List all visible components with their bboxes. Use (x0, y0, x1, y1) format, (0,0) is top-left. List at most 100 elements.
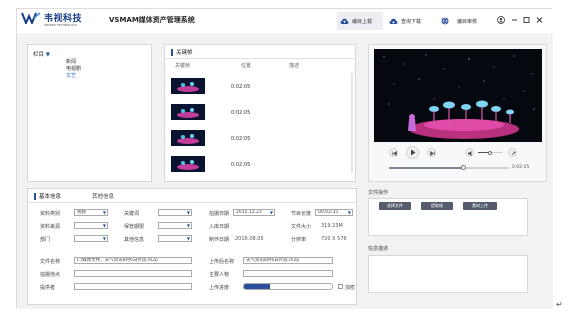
persons-label: 主要人物 (209, 272, 230, 278)
keyframe-thumbnail (171, 78, 205, 94)
duration-field[interactable]: 00:02:35 ▼ (315, 209, 353, 216)
upload-material-button[interactable]: 素材上传 (463, 202, 497, 210)
sidebar-item-arts[interactable]: 文艺 (66, 73, 81, 80)
category-select[interactable]: 视频 ▼ (74, 209, 108, 216)
encrypt-checkbox[interactable] (338, 284, 343, 289)
chevron-down-icon: ▼ (186, 223, 190, 228)
duration-label: 节目长度 (291, 211, 312, 217)
video-frame[interactable] (374, 49, 542, 142)
app-title: VSMAM媒体资产管理系统 (109, 16, 195, 24)
chevron-down-icon: ▼ (186, 210, 190, 215)
table-row[interactable]: 0:02:05 (165, 102, 355, 122)
user-icon[interactable] (497, 16, 505, 24)
keyword-label: 关键词 (124, 211, 140, 217)
previous-button[interactable] (389, 148, 398, 157)
divider (28, 202, 356, 203)
shoot-date-label: 拍摄日期 (209, 211, 230, 217)
resolution-label: 分辨率 (291, 237, 307, 243)
sidebar-title[interactable]: 栏目 ▼ (33, 50, 50, 58)
other-select[interactable]: ▼ (158, 235, 192, 242)
sidebar-item-news[interactable]: 新闻 (66, 59, 81, 66)
scrollbar[interactable] (351, 73, 353, 173)
nav-download[interactable]: 查询下载 (389, 12, 421, 30)
tab-other-info[interactable]: 其他信息 (92, 192, 114, 200)
logo-subtext: WEISEN TECHNOLOGY (44, 23, 78, 27)
extract-frame-button[interactable]: 提取帧 (421, 202, 453, 210)
workspace: 栏目 ▼ 新闻 电视剧 文艺 关键帧 关键帧 位置 描述 0:02:05 0:0… (17, 36, 553, 309)
keyframe-time: 0:02:05 (231, 110, 251, 116)
minimize-icon[interactable] (511, 16, 518, 24)
chevron-down-icon: ▼ (45, 52, 50, 58)
dept-label: 部门 (40, 237, 51, 243)
col-position: 位置 (241, 63, 252, 69)
divider (165, 58, 355, 59)
nav-upload-label: 编目上载 (352, 18, 373, 25)
return-mark-icon: ↵ (556, 300, 563, 309)
table-row[interactable]: 0:02:05 (165, 76, 355, 96)
table-row[interactable]: 0:02:05 (165, 154, 355, 174)
keyframe-time: 0:02:05 (231, 84, 251, 90)
nav-upload[interactable]: 编目上载 (337, 12, 383, 30)
keyword-select[interactable]: ▼ (158, 209, 192, 216)
globe-icon (441, 17, 449, 25)
chevron-down-icon: ▼ (269, 210, 273, 215)
chevron-down-icon: ▼ (102, 236, 106, 241)
chevron-down-icon: ▼ (102, 210, 106, 215)
file-name-field[interactable]: F:\媒体文件。天气资讯8月6日片段.m2p (74, 257, 192, 264)
next-button[interactable] (427, 148, 436, 157)
play-button[interactable] (406, 146, 419, 159)
volume-slider[interactable] (478, 150, 502, 155)
sidebar-panel: 栏目 ▼ 新闻 电视剧 文艺 (27, 44, 152, 182)
fullscreen-button[interactable] (508, 148, 517, 157)
seek-bar[interactable] (389, 165, 509, 170)
nav-download-label: 查询下载 (401, 18, 422, 25)
volume-button[interactable] (465, 148, 474, 157)
persons-field[interactable] (243, 270, 333, 277)
provider-field[interactable] (74, 283, 192, 290)
dept-select[interactable]: ▼ (74, 235, 108, 242)
chevron-down-icon: ▼ (186, 236, 190, 241)
app-window: 韦视科技 WEISEN TECHNOLOGY VSMAM媒体资产管理系统 编目上… (16, 8, 553, 309)
volume-knob[interactable] (488, 150, 492, 155)
keyframe-time: 0:02:05 (231, 162, 251, 168)
shoot-date-picker[interactable]: 2015.12.23 ▼ (233, 209, 275, 216)
video-player: 0:02:05 (368, 44, 547, 182)
maximize-icon[interactable] (523, 16, 530, 24)
col-keyframe: 关键帧 (175, 63, 191, 69)
keyframe-thumbnail (171, 156, 205, 172)
table-row[interactable]: 0:02:05 (165, 128, 355, 148)
nav-review-label: 编目审核 (457, 18, 478, 25)
skip-back-icon (391, 150, 397, 156)
sidebar-item-tv[interactable]: 电视剧 (66, 66, 81, 73)
category-label: 资料类别 (40, 211, 61, 217)
select-file-button[interactable]: 选择文件 (379, 202, 411, 210)
store-date-label: 入库日期 (209, 224, 230, 230)
keyframe-thumbnail (171, 104, 205, 120)
cloud-upload-icon (340, 18, 349, 24)
cloud-download-icon (389, 18, 398, 24)
file-size-value: 319.23M (321, 223, 343, 229)
keyframes-panel: 关键帧 关键帧 位置 描述 0:02:05 0:02:05 0:02:05 0:… (164, 44, 356, 182)
close-icon[interactable] (536, 16, 543, 24)
info-desc-textarea[interactable] (368, 255, 528, 293)
make-date-value: 2016.08.05 (235, 236, 264, 242)
location-field[interactable] (74, 270, 192, 277)
chevron-down-icon: ▼ (102, 223, 106, 228)
upload-progress-label: 上传进度 (209, 285, 230, 291)
play-icon (411, 149, 416, 156)
other-label: 其他信息 (124, 237, 145, 243)
upload-name-label: 上传后名称 (209, 259, 235, 265)
seek-knob[interactable] (460, 165, 466, 170)
file-ops-panel: 选择文件 提取帧 素材上传 (368, 198, 528, 236)
info-desc-title: 信息描述 (368, 246, 389, 252)
tab-basic-info[interactable]: 基本信息 (34, 192, 61, 200)
source-label: 资料来源 (40, 224, 61, 230)
secrecy-select[interactable]: ▼ (158, 222, 192, 229)
logo-icon (21, 12, 41, 26)
file-ops-title: 文件操作 (368, 190, 389, 196)
upload-name-field[interactable]: 天气资讯8月6日片段.m2p (243, 257, 333, 264)
encrypt-label: 加密 (345, 285, 356, 291)
secrecy-label: 保管期限 (124, 224, 145, 230)
source-select[interactable]: ▼ (74, 222, 108, 229)
nav-review[interactable]: 编目审核 (441, 12, 477, 30)
